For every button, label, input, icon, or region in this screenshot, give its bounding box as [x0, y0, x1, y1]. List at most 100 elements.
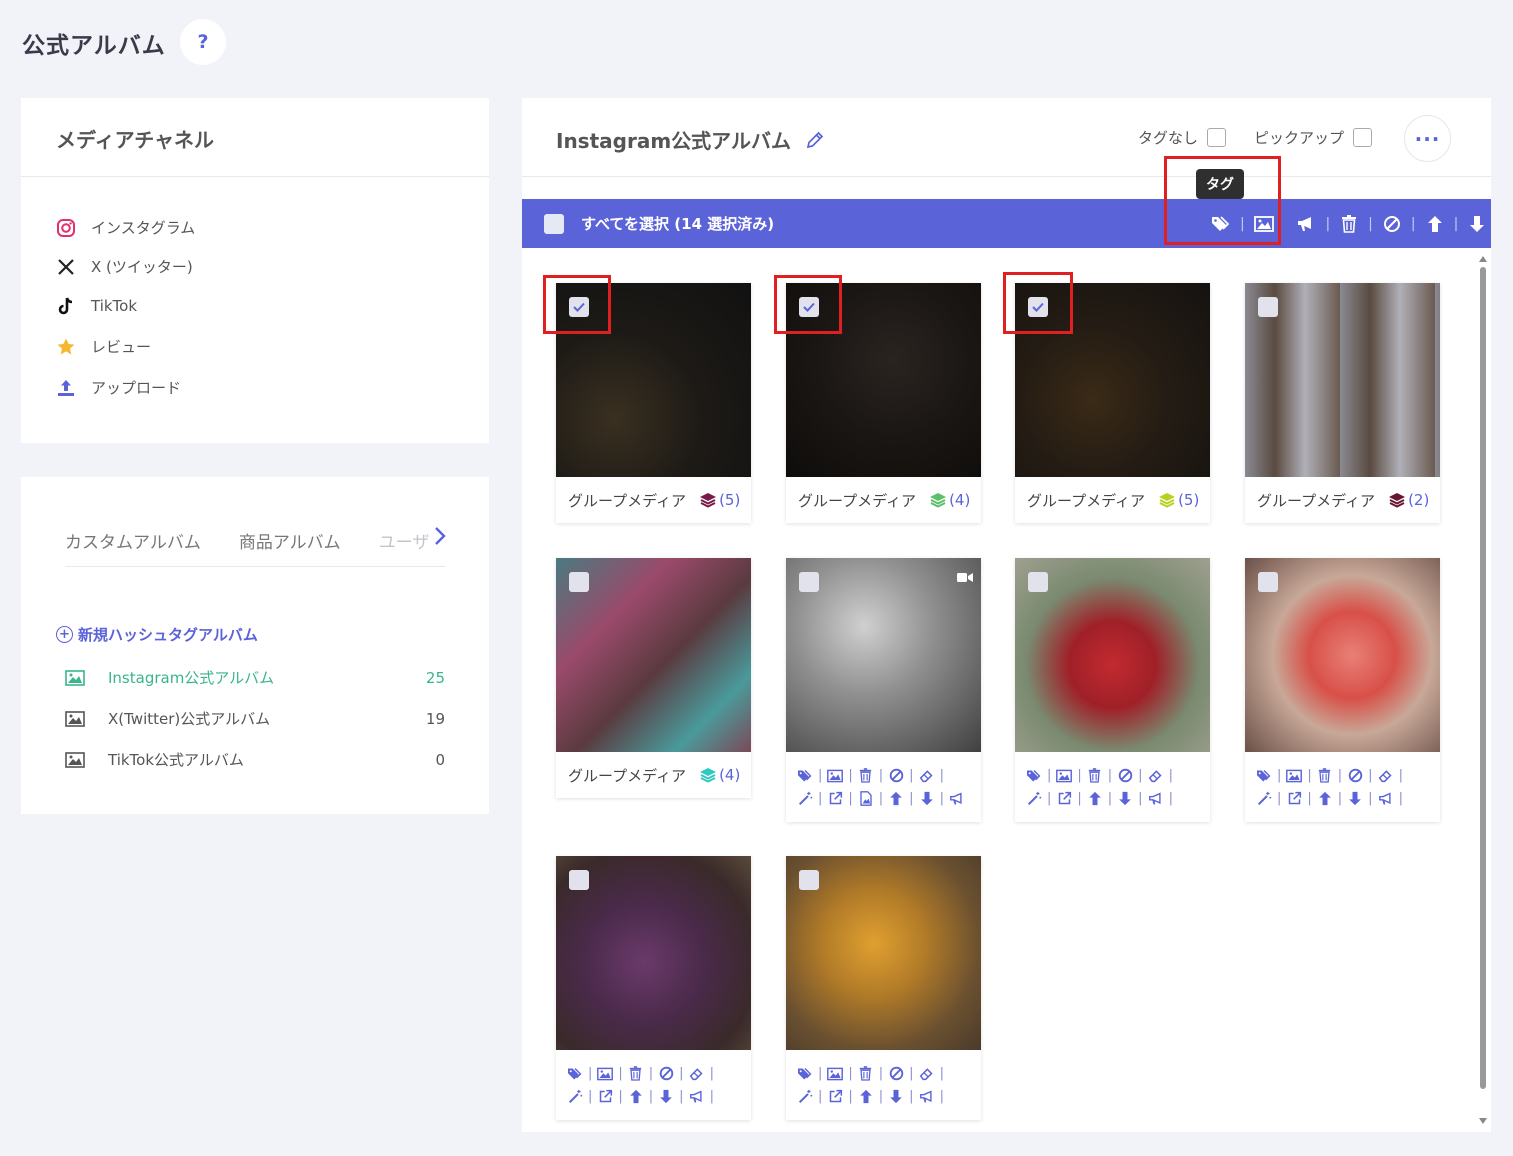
media-checkbox[interactable] [569, 297, 589, 317]
media-thumbnail[interactable] [786, 558, 981, 752]
arrow-up-icon[interactable] [1424, 213, 1446, 235]
trash-icon[interactable] [628, 1066, 644, 1082]
arrow-up-icon[interactable] [628, 1089, 644, 1105]
trash-icon[interactable] [858, 768, 874, 784]
media-card[interactable]: グループメディア (5) [556, 283, 751, 523]
media-checkbox[interactable] [799, 870, 819, 890]
pencil-icon[interactable] [805, 130, 825, 150]
eraser-icon[interactable] [1148, 768, 1164, 784]
media-card[interactable]: | | | | | | | | | | [786, 558, 981, 822]
megaphone-icon[interactable] [1295, 213, 1317, 235]
arrow-down-icon[interactable] [1117, 791, 1133, 807]
filter-pickup-checkbox[interactable] [1353, 128, 1373, 147]
arrow-down-icon[interactable] [658, 1089, 674, 1105]
external-link-icon[interactable] [597, 1089, 613, 1105]
media-checkbox[interactable] [799, 572, 819, 592]
megaphone-icon[interactable] [689, 1089, 705, 1105]
eraser-icon[interactable] [1378, 768, 1394, 784]
media-checkbox[interactable] [1258, 572, 1278, 592]
album-item[interactable]: Instagram公式アルバム 25 [65, 657, 445, 698]
megaphone-icon[interactable] [1148, 791, 1164, 807]
channel-item-tiktok[interactable]: TikTok [21, 286, 489, 325]
scroll-thumb[interactable] [1480, 267, 1486, 1089]
channel-item-x[interactable]: X (ツイッター) [21, 247, 489, 286]
tag-icon[interactable] [797, 1066, 813, 1082]
media-thumbnail[interactable] [1245, 558, 1440, 752]
external-link-icon[interactable] [827, 791, 843, 807]
tag-icon[interactable] [1210, 213, 1232, 235]
magic-wand-icon[interactable] [1026, 791, 1042, 807]
media-card[interactable]: グループメディア (2) [1245, 283, 1440, 523]
tag-icon[interactable] [1026, 768, 1042, 784]
arrow-down-icon[interactable] [919, 791, 935, 807]
arrow-up-icon[interactable] [858, 1089, 874, 1105]
block-icon[interactable] [1117, 768, 1133, 784]
media-thumbnail[interactable] [1245, 283, 1440, 477]
megaphone-icon[interactable] [1378, 791, 1394, 807]
megaphone-icon[interactable] [919, 1089, 935, 1105]
eraser-icon[interactable] [689, 1066, 705, 1082]
block-icon[interactable] [888, 1066, 904, 1082]
chevron-right-icon[interactable] [433, 525, 447, 553]
channel-item-upload[interactable]: アップロード [21, 368, 489, 407]
tag-icon[interactable] [1256, 768, 1272, 784]
media-thumbnail[interactable] [556, 856, 751, 1050]
media-card[interactable]: | | | | | | | | | | [1015, 558, 1210, 822]
arrow-up-icon[interactable] [1317, 791, 1333, 807]
eraser-icon[interactable] [919, 1066, 935, 1082]
media-checkbox[interactable] [1258, 297, 1278, 317]
magic-wand-icon[interactable] [797, 1089, 813, 1105]
media-card[interactable]: グループメディア (4) [786, 283, 981, 523]
media-card[interactable]: グループメディア (4) [556, 558, 751, 798]
arrow-up-icon[interactable] [1087, 791, 1103, 807]
image-icon[interactable] [1286, 768, 1303, 784]
external-link-icon[interactable] [1056, 791, 1072, 807]
select-all-checkbox[interactable] [544, 213, 564, 234]
image-icon[interactable] [1253, 213, 1275, 235]
media-card[interactable]: | | | | | | | | | | [556, 856, 751, 1120]
channel-item-instagram[interactable]: インスタグラム [21, 208, 489, 247]
block-icon[interactable] [1347, 768, 1363, 784]
trash-icon[interactable] [1317, 768, 1333, 784]
magic-wand-icon[interactable] [1256, 791, 1272, 807]
image-icon[interactable] [1056, 768, 1073, 784]
image-icon[interactable] [827, 768, 844, 784]
media-checkbox[interactable] [1028, 297, 1048, 317]
media-checkbox[interactable] [1028, 572, 1048, 592]
media-thumbnail[interactable] [556, 558, 751, 752]
image-icon[interactable] [597, 1066, 614, 1082]
media-thumbnail[interactable] [786, 856, 981, 1050]
media-checkbox[interactable] [569, 572, 589, 592]
arrow-up-icon[interactable] [888, 791, 904, 807]
media-thumbnail[interactable] [556, 283, 751, 477]
trash-icon[interactable] [858, 1066, 874, 1082]
magic-wand-icon[interactable] [567, 1089, 583, 1105]
media-thumbnail[interactable] [1015, 558, 1210, 752]
tab-product-album[interactable]: 商品アルバム [239, 525, 341, 566]
tab-user-album[interactable]: ユーザ [379, 525, 430, 566]
media-scrollbar[interactable] [1477, 251, 1489, 1129]
channel-item-review[interactable]: レビュー [21, 327, 489, 366]
media-thumbnail[interactable] [786, 283, 981, 477]
tab-custom-album[interactable]: カスタムアルバム [65, 525, 201, 566]
magic-wand-icon[interactable] [797, 791, 813, 807]
block-icon[interactable] [1381, 213, 1403, 235]
eraser-icon[interactable] [919, 768, 935, 784]
media-thumbnail[interactable] [1015, 283, 1210, 477]
media-card[interactable]: | | | | | | | | | | [786, 856, 981, 1120]
media-checkbox[interactable] [799, 297, 819, 317]
external-link-icon[interactable] [1286, 791, 1302, 807]
media-card[interactable]: | | | | | | | | | | [1245, 558, 1440, 822]
album-item[interactable]: X(Twitter)公式アルバム 19 [65, 698, 445, 739]
album-item[interactable]: TikTok公式アルバム 0 [65, 739, 445, 780]
external-link-icon[interactable] [827, 1089, 843, 1105]
arrow-down-icon[interactable] [1347, 791, 1363, 807]
arrow-down-icon[interactable] [888, 1089, 904, 1105]
trash-icon[interactable] [1087, 768, 1103, 784]
file-image-icon[interactable] [858, 791, 874, 807]
scroll-up-arrow[interactable] [1479, 256, 1487, 262]
trash-icon[interactable] [1338, 213, 1360, 235]
help-button[interactable]: ? [180, 19, 226, 65]
filter-no-tag-checkbox[interactable] [1207, 128, 1227, 147]
block-icon[interactable] [888, 768, 904, 784]
